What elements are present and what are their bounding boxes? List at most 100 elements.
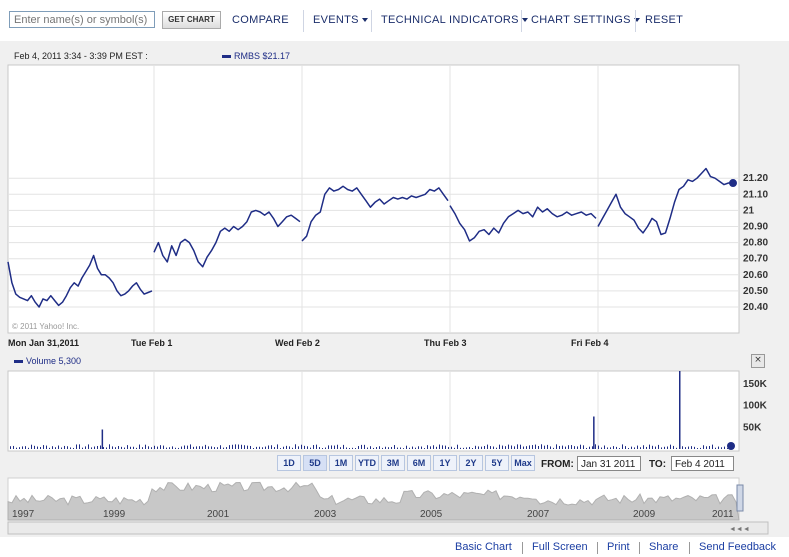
volume-bar: [454, 447, 455, 449]
volume-bar: [715, 447, 716, 449]
volume-bar: [256, 446, 257, 449]
volume-bar: [337, 444, 338, 449]
volume-axis: 50K 100K 150K: [743, 379, 768, 433]
legend-label: RMBS $21.17: [234, 51, 291, 61]
volume-bar: [379, 446, 380, 449]
from-date-input[interactable]: Jan 31 2011: [577, 456, 641, 471]
full-screen-link[interactable]: Full Screen: [532, 541, 588, 555]
range-button-5y[interactable]: 5Y: [485, 455, 509, 471]
basic-chart-link[interactable]: Basic Chart: [455, 541, 512, 555]
share-link[interactable]: Share: [649, 541, 678, 555]
volume-bar: [181, 446, 182, 449]
volume-bar: [70, 447, 71, 449]
volume-bar: [547, 444, 548, 449]
volume-bar: [700, 447, 701, 449]
range-button-1y[interactable]: 1Y: [433, 455, 457, 471]
volume-bar: [31, 444, 32, 449]
to-date-input[interactable]: Feb 4 2011: [671, 456, 734, 471]
overview-chart[interactable]: 1997 1999 2001 2003 2005 2007 2009 2011 ◄◄◄: [7, 477, 769, 535]
volume-bar: [310, 447, 311, 449]
range-button-2y[interactable]: 2Y: [459, 455, 483, 471]
volume-bar: [334, 445, 335, 449]
volume-bar: [478, 446, 479, 449]
volume-bar: [289, 446, 290, 449]
volume-bar: [451, 446, 452, 449]
volume-bar: [724, 446, 725, 449]
y-tick-label: 20.80: [743, 238, 768, 249]
legend-swatch: [222, 55, 231, 59]
volume-bar: [175, 447, 176, 449]
volume-bar: [79, 444, 80, 449]
volume-bar: [100, 445, 101, 449]
volume-bar: [598, 445, 599, 449]
volume-bar: [25, 446, 26, 449]
copyright-watermark: © 2011 Yahoo! Inc.: [12, 322, 79, 331]
volume-bar: [268, 445, 269, 449]
volume-bar: [85, 446, 86, 449]
volume-bar: [250, 445, 251, 449]
volume-bar: [442, 445, 443, 449]
volume-bar: [430, 446, 431, 449]
volume-bar: [283, 446, 284, 449]
volume-bar: [157, 446, 158, 449]
x-tick-label: Wed Feb 2: [275, 338, 320, 348]
volume-bar: [232, 444, 233, 449]
range-button-6m[interactable]: 6M: [407, 455, 431, 471]
volume-bar: [415, 447, 416, 449]
volume-bar: [472, 448, 473, 449]
volume-bar: [427, 445, 428, 449]
volume-bar: [10, 446, 11, 449]
volume-bar: [178, 447, 179, 449]
volume-bar: [133, 446, 134, 449]
volume-bar: [394, 445, 395, 449]
volume-bar: [139, 444, 140, 449]
volume-bar: [685, 447, 686, 449]
volume-bar: [508, 444, 509, 449]
volume-bar: [253, 448, 254, 449]
volume-bar: [91, 447, 92, 449]
volume-bar: [484, 446, 485, 449]
volume-bar: [40, 447, 41, 449]
volume-bar: [466, 447, 467, 449]
volume-bar: [373, 447, 374, 449]
range-button-1m[interactable]: 1M: [329, 455, 353, 471]
volume-bar: [208, 446, 209, 449]
volume-bar: [406, 445, 407, 449]
volume-bar: [193, 446, 194, 449]
volume-bar: [97, 445, 98, 449]
y-tick-label: 20.60: [743, 270, 768, 281]
range-button-max[interactable]: Max: [511, 455, 535, 471]
volume-bar: [469, 446, 470, 449]
volume-bar: [22, 446, 23, 449]
volume-bar: [103, 447, 104, 449]
from-label: FROM:: [541, 459, 574, 470]
volume-bar: [448, 447, 449, 449]
volume-bar: [331, 445, 332, 449]
volume-bar: [418, 446, 419, 449]
volume-bar: [706, 446, 707, 449]
range-button-3m[interactable]: 3M: [381, 455, 405, 471]
volume-bar: [160, 445, 161, 449]
volume-bar: [13, 445, 14, 449]
range-button-5d[interactable]: 5D: [303, 455, 327, 471]
volume-bar: [94, 446, 95, 449]
close-volume-button[interactable]: ×: [751, 354, 765, 368]
volume-bar: [652, 445, 653, 449]
overview-year-label: 1997: [12, 509, 35, 520]
footer-divider: [689, 542, 690, 554]
volume-bar: [199, 446, 200, 449]
overview-year-label: 2001: [207, 509, 230, 520]
volume-bar: [445, 445, 446, 449]
volume-bar: [637, 445, 638, 449]
volume-bar: [718, 446, 719, 449]
volume-bar: [541, 444, 542, 449]
volume-bar: [490, 446, 491, 449]
volume-bar: [211, 446, 212, 449]
range-button-1d[interactable]: 1D: [277, 455, 301, 471]
send-feedback-link[interactable]: Send Feedback: [699, 541, 776, 555]
volume-bar: [367, 447, 368, 449]
volume-bar: [61, 447, 62, 449]
print-link[interactable]: Print: [607, 541, 630, 555]
volume-bar: [151, 447, 152, 449]
range-button-ytd[interactable]: YTD: [355, 455, 379, 471]
